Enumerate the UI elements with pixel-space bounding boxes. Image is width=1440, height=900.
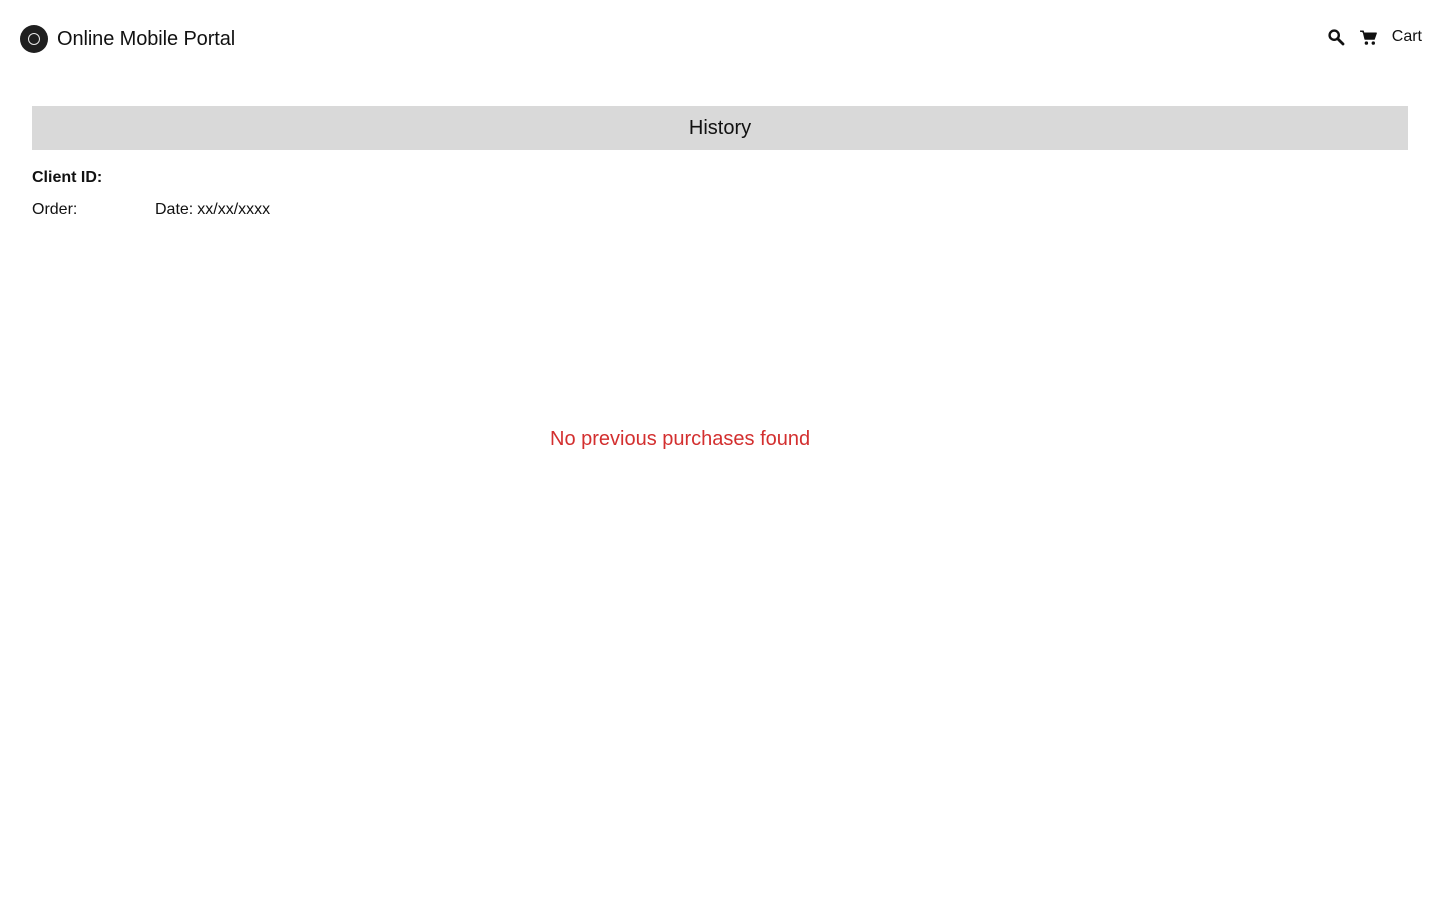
cart-link[interactable]: Cart — [1392, 27, 1422, 47]
brand-home-link[interactable]: Online Mobile Portal — [20, 24, 235, 54]
search-button[interactable] — [1325, 26, 1347, 48]
top-navigation-bar: Online Mobile Portal Cart — [0, 0, 1440, 76]
cart-icon-button[interactable] — [1358, 26, 1380, 48]
date-value: xx/xx/xxxx — [197, 201, 271, 218]
page-title: History — [688, 117, 752, 139]
circle-logo-icon — [20, 25, 48, 53]
date-label: Date: — [155, 201, 194, 218]
search-icon — [1328, 29, 1345, 46]
history-heading-bar: History — [32, 106, 1408, 150]
order-label: Order: — [32, 201, 78, 218]
header-actions: Cart — [1325, 25, 1422, 49]
order-row: Order: Date: xx/xx/xxxx — [32, 200, 270, 220]
brand-title: Online Mobile Portal — [57, 28, 236, 50]
logo-ring — [28, 33, 40, 45]
shopping-cart-icon — [1360, 30, 1378, 45]
client-id-label: Client ID: — [32, 169, 103, 186]
order-date: Date: xx/xx/xxxx — [155, 200, 270, 220]
client-id-row: Client ID: — [32, 168, 102, 188]
empty-history-message: No previous purchases found — [550, 428, 811, 450]
